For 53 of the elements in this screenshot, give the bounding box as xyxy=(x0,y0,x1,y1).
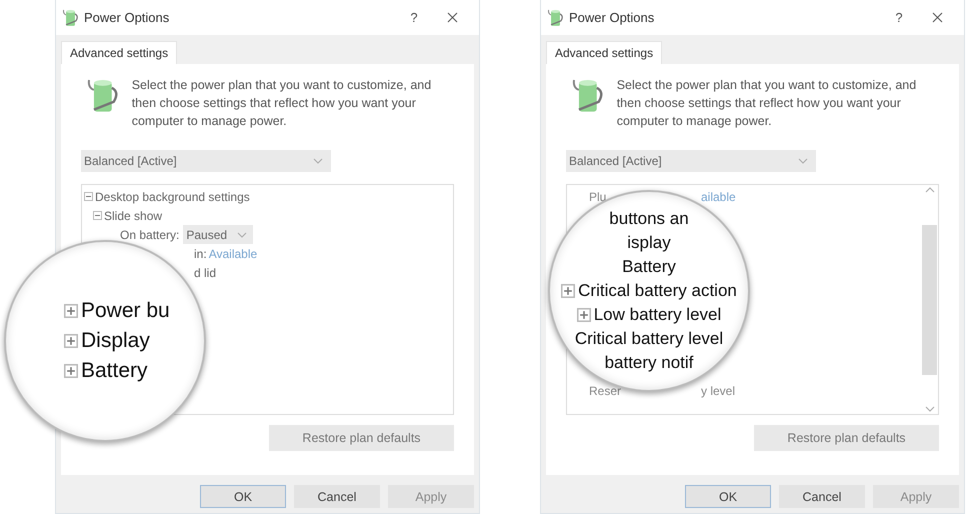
magnified-tree-item: Battery xyxy=(622,257,676,277)
dialog-button[interactable]: OK xyxy=(200,485,286,508)
setting-dropdown[interactable]: Paused xyxy=(183,225,254,244)
restore-defaults-button[interactable]: Restore plan defaults xyxy=(269,425,454,451)
close-icon xyxy=(932,12,942,23)
expand-icon[interactable] xyxy=(576,308,591,322)
magnified-tree-item: Critical battery action xyxy=(578,281,737,301)
tab[interactable]: Advanced settings xyxy=(61,41,178,64)
magnified-tree-item: isplay xyxy=(627,233,671,253)
setting-label: d lid xyxy=(194,266,216,280)
scrollbar[interactable] xyxy=(921,185,938,414)
setting-label: Plu xyxy=(589,190,606,204)
magnified-tree-item: Battery xyxy=(81,359,148,383)
plan-dropdown[interactable]: Balanced [Active] xyxy=(81,150,331,172)
battery-plug-icon xyxy=(547,8,565,28)
dialog-button[interactable]: Cancel xyxy=(779,485,865,508)
window-title: Power Options xyxy=(84,10,170,25)
plan-dropdown[interactable]: Balanced [Active] xyxy=(566,150,816,172)
magnified-tree-item: Low battery level xyxy=(594,305,722,325)
setting-label: On battery: xyxy=(120,228,180,242)
magnified-tree-item: buttons an xyxy=(609,209,689,229)
restore-defaults-button[interactable]: Restore plan defaults xyxy=(754,425,939,451)
help-button[interactable]: ? xyxy=(397,4,431,32)
collapse-icon[interactable] xyxy=(93,211,102,220)
scrollbar-thumb[interactable] xyxy=(922,224,937,374)
magnified-tree-item: Power bu xyxy=(81,299,170,323)
battery-plug-icon xyxy=(62,8,80,28)
chevron-down-icon xyxy=(924,406,934,412)
magnified-tree-item: Display xyxy=(81,329,150,353)
expand-icon[interactable] xyxy=(561,284,576,298)
dialog-button[interactable]: Cancel xyxy=(294,485,380,508)
tab[interactable]: Advanced settings xyxy=(546,41,662,64)
close-icon xyxy=(446,12,458,23)
chevron-up-icon xyxy=(924,187,934,193)
description-text: Select the power plan that you want to customize, and then choose settings that reflect how you want your computer to manage power. xyxy=(132,77,432,130)
magnified-tree-item: Critical battery level xyxy=(574,329,724,349)
setting-label: Reser xyxy=(589,384,622,398)
window-title: Power Options xyxy=(569,10,656,25)
tree-item[interactable]: Desktop background settings xyxy=(95,190,250,204)
expand-icon[interactable] xyxy=(64,334,78,348)
setting-label: y level xyxy=(701,384,736,398)
expand-icon[interactable] xyxy=(64,364,78,378)
tree-item[interactable]: Slide show xyxy=(104,208,162,222)
help-button[interactable]: ? xyxy=(882,4,916,32)
setting-label: in: xyxy=(194,246,207,260)
chevron-down-icon xyxy=(313,158,323,164)
chevron-down-icon xyxy=(798,158,808,164)
magnified-tree-item: battery notif xyxy=(604,353,694,373)
dialog-button[interactable]: OK xyxy=(685,485,771,508)
expand-icon[interactable] xyxy=(64,304,78,318)
collapse-icon[interactable] xyxy=(84,192,93,201)
description-text: Select the power plan that you want to customize, and then choose settings that reflect how you want your computer to manage power. xyxy=(616,77,918,130)
chevron-down-icon xyxy=(237,232,248,238)
